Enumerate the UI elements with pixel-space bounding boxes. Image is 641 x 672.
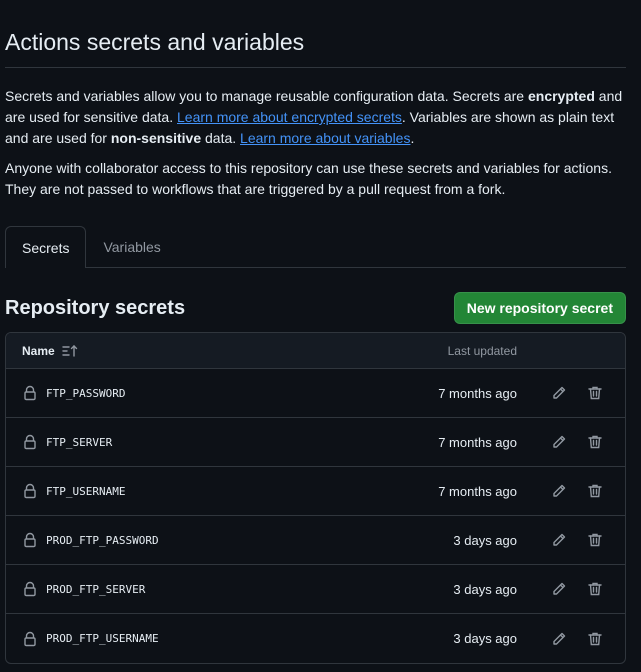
secret-last-updated: 7 months ago <box>438 483 517 499</box>
column-name-label: Name <box>22 343 55 358</box>
lock-icon <box>22 532 38 548</box>
learn-more-encrypted-secrets-link[interactable]: Learn more about encrypted secrets <box>177 109 402 125</box>
row-actions <box>517 629 609 649</box>
table-header: Name Last updated <box>6 333 625 369</box>
secret-last-updated: 7 months ago <box>438 434 517 450</box>
intro-bold-non-sensitive: non-sensitive <box>110 130 202 146</box>
new-repository-secret-button[interactable]: New repository secret <box>453 292 626 324</box>
table-row: FTP_SERVER 7 months ago <box>6 418 625 467</box>
row-actions <box>517 432 609 452</box>
secret-name: FTP_USERNAME <box>46 484 126 498</box>
row-actions <box>517 579 609 599</box>
table-row: FTP_PASSWORD 7 months ago <box>6 369 625 418</box>
pencil-icon[interactable] <box>549 629 569 649</box>
table-row: FTP_USERNAME 7 months ago <box>6 467 625 516</box>
secret-name: PROD_FTP_SERVER <box>46 582 146 596</box>
tab-nav: Secrets Variables <box>5 226 626 268</box>
intro-paragraph-access: Anyone with collaborator access to this … <box>5 160 612 197</box>
trash-icon[interactable] <box>585 432 605 452</box>
intro-text: . <box>410 130 415 146</box>
section-title: Repository secrets <box>5 296 186 319</box>
pencil-icon[interactable] <box>549 383 569 403</box>
pencil-icon[interactable] <box>549 481 569 501</box>
table-row: PROD_FTP_SERVER 3 days ago <box>6 565 625 614</box>
learn-more-variables-link[interactable]: Learn more about variables <box>240 130 410 146</box>
lock-icon <box>22 434 38 450</box>
lock-icon <box>22 385 38 401</box>
secret-name: PROD_FTP_USERNAME <box>46 632 159 645</box>
secret-name: FTP_SERVER <box>46 435 113 449</box>
trash-icon[interactable] <box>585 629 605 649</box>
repository-secrets-header: Repository secrets New repository secret <box>5 292 626 324</box>
row-actions <box>517 481 609 501</box>
column-header-name[interactable]: Name <box>22 344 397 358</box>
intro-text: Secrets and variables allow you to manag… <box>5 88 528 104</box>
table-row: PROD_FTP_PASSWORD 3 days ago <box>6 516 625 565</box>
trash-icon[interactable] <box>585 481 605 501</box>
secret-last-updated: 3 days ago <box>453 581 517 597</box>
row-actions <box>517 530 609 550</box>
intro-text: data. <box>201 130 241 146</box>
intro-bold-encrypted: encrypted <box>527 88 595 104</box>
secret-name: FTP_PASSWORD <box>46 386 126 400</box>
trash-icon[interactable] <box>585 530 605 550</box>
trash-icon[interactable] <box>585 579 605 599</box>
table-row: PROD_FTP_USERNAME 3 days ago <box>6 614 625 663</box>
table-body: FTP_PASSWORD 7 months ago FTP_SERVER 7 m… <box>6 369 625 663</box>
tab-variables[interactable]: Variables <box>86 226 177 267</box>
secrets-table: Name Last updated FTP_PASSWORD 7 months … <box>5 332 626 664</box>
secret-name: PROD_FTP_PASSWORD <box>46 533 159 547</box>
secret-last-updated: 3 days ago <box>453 532 517 548</box>
lock-icon <box>22 631 38 647</box>
tab-secrets[interactable]: Secrets <box>5 226 87 268</box>
secret-last-updated: 7 months ago <box>438 385 517 401</box>
trash-icon[interactable] <box>585 383 605 403</box>
page-title: Actions secrets and variables <box>5 0 626 68</box>
secret-last-updated: 3 days ago <box>453 631 517 646</box>
pencil-icon[interactable] <box>549 579 569 599</box>
sort-ascending-icon[interactable] <box>61 344 78 358</box>
intro-paragraph-secrets: Secrets and variables allow you to manag… <box>5 86 626 149</box>
pencil-icon[interactable] <box>549 530 569 550</box>
row-actions <box>517 383 609 403</box>
column-header-last-updated: Last updated <box>447 343 517 358</box>
page: Actions secrets and variables Secrets an… <box>0 0 641 672</box>
lock-icon <box>22 581 38 597</box>
lock-icon <box>22 483 38 499</box>
pencil-icon[interactable] <box>549 432 569 452</box>
